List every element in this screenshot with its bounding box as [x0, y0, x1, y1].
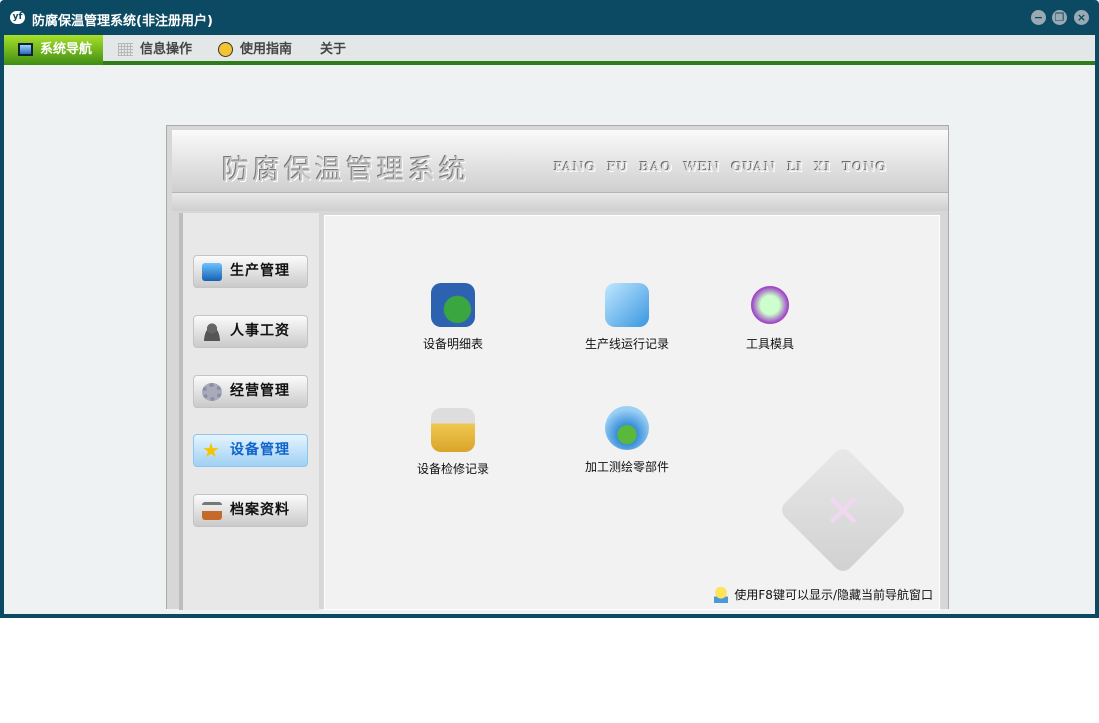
- nav-label: 人事工资: [230, 323, 290, 339]
- menu-label: 系统导航: [40, 42, 93, 57]
- banner-subtitle: FANG FU BAO WEN GUAN LI XI TONG: [554, 160, 888, 174]
- title-bar[interactable]: yf 防腐保温管理系统(非注册用户) − ❐ ×: [0, 0, 1099, 35]
- module-content: 设备明细表 生产线运行记录 工具模具 设备检修记录 加工测绘零部件 ✕ 使用F8…: [324, 215, 940, 610]
- hammer-wrench-icon: ✕: [823, 484, 863, 538]
- window-title: 防腐保温管理系统(非注册用户): [32, 14, 213, 29]
- hint-text: 使用F8键可以显示/隐藏当前导航窗口: [714, 586, 933, 603]
- tile-machined-parts[interactable]: 加工测绘零部件: [562, 406, 692, 475]
- menu-label: 关于: [320, 42, 347, 57]
- hint-label: 使用F8键可以显示/隐藏当前导航窗口: [734, 587, 933, 602]
- tile-line-records[interactable]: 生产线运行记录: [562, 283, 692, 352]
- grid-icon: [118, 43, 133, 56]
- client-area: 系统导航 信息操作 使用指南 关于 防腐保温管理系统 FANG FU BAO W…: [4, 35, 1095, 614]
- monitor-icon: [202, 263, 222, 281]
- menu-about[interactable]: 关于: [284, 35, 364, 65]
- side-nav: 生产管理 人事工资 经营管理 ★ 设备管理 档案资料: [179, 213, 319, 610]
- nav-equipment[interactable]: ★ 设备管理: [193, 434, 308, 467]
- tile-maintenance-records[interactable]: 设备检修记录: [388, 408, 518, 477]
- tile-label: 生产线运行记录: [584, 337, 669, 351]
- nav-label: 档案资料: [230, 502, 290, 518]
- tile-label: 加工测绘零部件: [584, 460, 669, 474]
- help-icon: [218, 42, 233, 57]
- gear-folder-icon: [431, 408, 475, 452]
- house-icon: [202, 502, 222, 520]
- network-globe-icon: [605, 406, 649, 450]
- nav-archives[interactable]: 档案资料: [193, 494, 308, 527]
- restore-button[interactable]: ❐: [1052, 10, 1067, 25]
- tile-label: 设备明细表: [422, 337, 483, 351]
- tile-label: 工具模具: [745, 337, 794, 351]
- nav-production[interactable]: 生产管理: [193, 255, 308, 288]
- app-logo-icon: yf: [10, 11, 25, 24]
- app-window: yf 防腐保温管理系统(非注册用户) − ❐ × 系统导航 信息操作 使用指南 …: [0, 0, 1099, 618]
- navigation-panel: 防腐保温管理系统 FANG FU BAO WEN GUAN LI XI TONG…: [166, 125, 949, 610]
- user-icon: [202, 323, 222, 341]
- monitor-icon: [18, 43, 33, 56]
- globe-book-icon: [431, 283, 475, 327]
- tile-equipment-list[interactable]: 设备明细表: [388, 283, 518, 352]
- banner-strip: [172, 193, 948, 211]
- tile-tools-molds[interactable]: 工具模具: [705, 283, 835, 352]
- nav-label: 设备管理: [230, 442, 290, 458]
- gear-icon: [202, 383, 222, 401]
- magnifier-icon: [748, 283, 792, 327]
- minimize-button[interactable]: −: [1031, 10, 1046, 25]
- folder-doc-icon: [605, 283, 649, 327]
- tile-label: 设备检修记录: [416, 462, 489, 476]
- menu-label: 信息操作: [140, 42, 193, 57]
- lightbulb-icon: [714, 587, 729, 603]
- banner-title: 防腐保温管理系统: [222, 155, 470, 186]
- menu-system-nav[interactable]: 系统导航: [4, 35, 103, 65]
- menu-info-ops[interactable]: 信息操作: [104, 35, 204, 65]
- close-button[interactable]: ×: [1074, 10, 1089, 25]
- nav-label: 生产管理: [230, 263, 290, 279]
- nav-business[interactable]: 经营管理: [193, 375, 308, 408]
- nav-hr-payroll[interactable]: 人事工资: [193, 315, 308, 348]
- nav-label: 经营管理: [230, 383, 290, 399]
- banner: 防腐保温管理系统 FANG FU BAO WEN GUAN LI XI TONG: [172, 130, 948, 193]
- star-icon: ★: [202, 438, 221, 462]
- menu-bar: 系统导航 信息操作 使用指南 关于: [4, 35, 1095, 65]
